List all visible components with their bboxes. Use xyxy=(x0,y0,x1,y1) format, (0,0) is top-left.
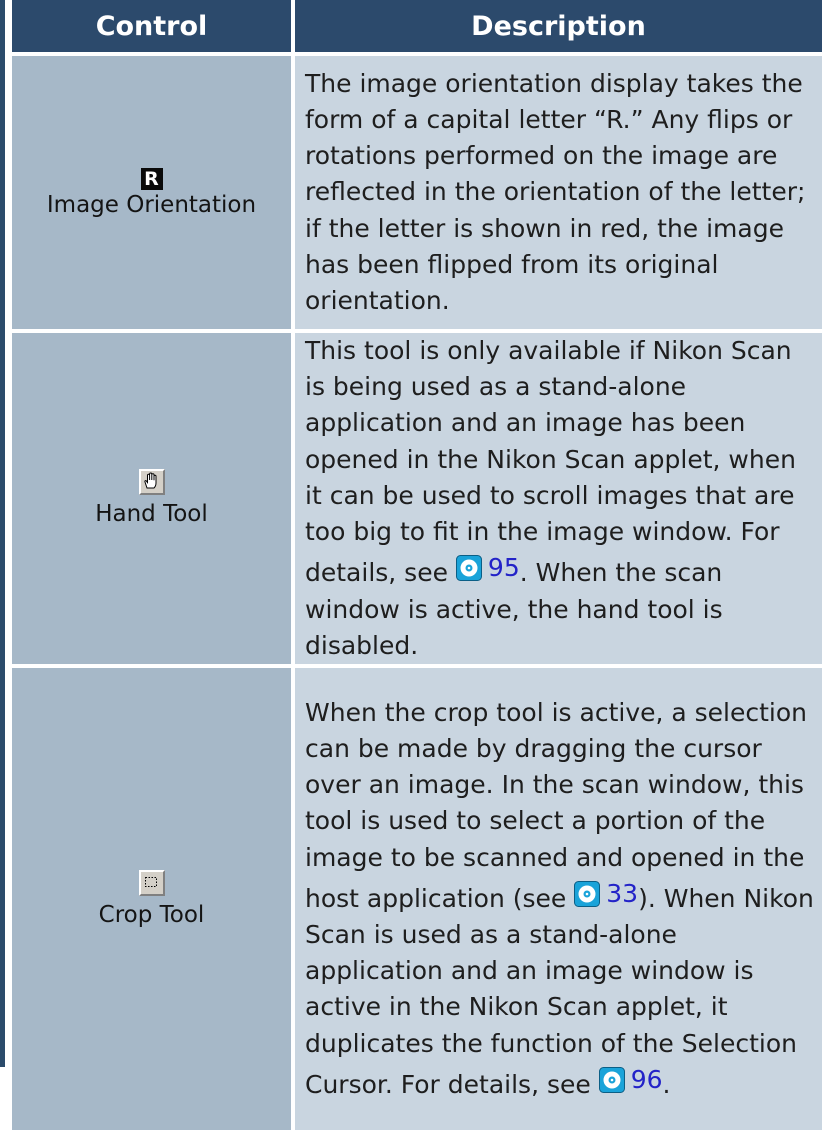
controls-table: Control Description R Image Orientation … xyxy=(12,0,822,1130)
description-cell: When the crop tool is active, a selectio… xyxy=(293,663,822,1130)
left-margin-rule xyxy=(0,0,5,1067)
column-header-control: Control xyxy=(12,0,295,54)
control-cell: Crop Tool xyxy=(12,663,295,1130)
description-cell: This tool is only available if Nikon Sca… xyxy=(293,329,822,666)
hand-icon xyxy=(138,469,165,499)
control-name: Crop Tool xyxy=(98,901,205,928)
cd-reference-icon xyxy=(455,555,482,582)
r-orientation-icon: R xyxy=(140,167,163,190)
control-cell: R Image Orientation xyxy=(12,52,295,331)
control-name: Hand Tool xyxy=(95,501,208,528)
description-text: When the crop tool is active, a selectio… xyxy=(305,697,814,1099)
table-row: Crop Tool When the crop tool is active, … xyxy=(12,663,822,1130)
control-name: Image Orientation xyxy=(46,191,257,218)
description-text: This tool is only available if Nikon Sca… xyxy=(305,336,796,660)
table-row: R Image Orientation The image orientatio… xyxy=(12,52,822,331)
cd-reference-icon xyxy=(598,1066,625,1093)
description-cell: The image orientation display takes the … xyxy=(293,52,822,331)
column-header-description: Description xyxy=(293,0,822,54)
table-header-row: Control Description xyxy=(12,0,822,54)
page-reference-link[interactable]: 96 xyxy=(598,1062,663,1098)
control-cell: Hand Tool xyxy=(12,329,295,666)
description-text: The image orientation display takes the … xyxy=(305,68,806,315)
page-reference-link[interactable]: 95 xyxy=(455,550,520,586)
table-row: Hand Tool This tool is only available if… xyxy=(12,329,822,666)
page-reference-link[interactable]: 33 xyxy=(574,876,638,912)
cd-reference-icon xyxy=(574,880,601,907)
crop-marquee-icon xyxy=(138,869,165,900)
